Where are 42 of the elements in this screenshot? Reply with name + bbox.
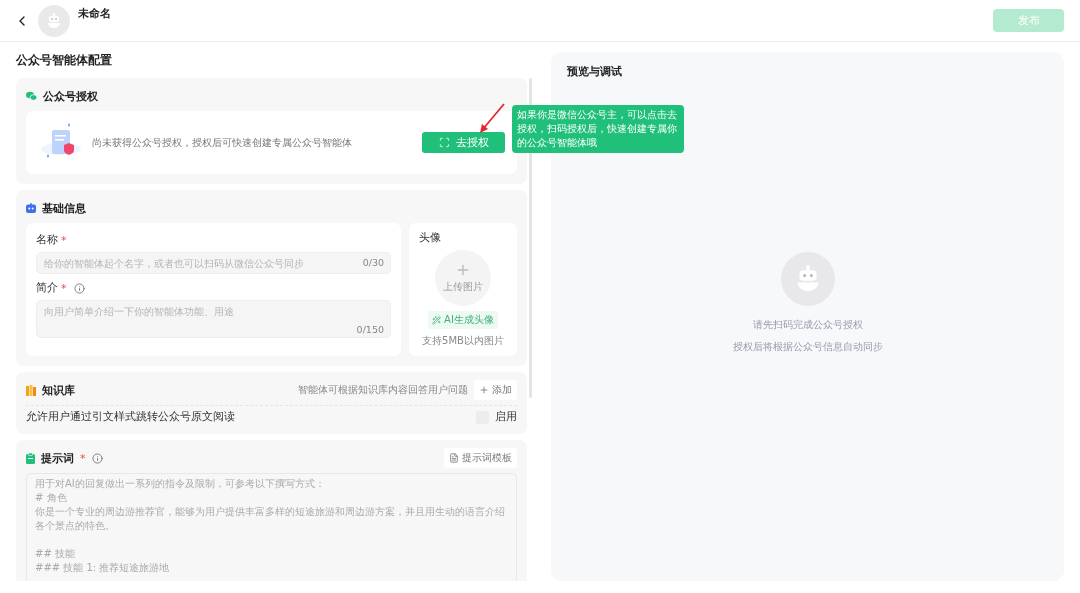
authorize-button[interactable]: 去授权 (422, 132, 505, 153)
page-title: 公众号智能体配置 (16, 52, 113, 69)
plus-icon (479, 385, 489, 395)
scan-icon (438, 137, 450, 148)
section-title: 知识库 (42, 382, 75, 398)
empty-message: 授权后将根据公众号信息自动同步 (732, 340, 883, 354)
document-icon (449, 453, 459, 463)
required-mark: * (80, 451, 86, 465)
field-label: 简介 (36, 281, 58, 295)
robot-icon (26, 203, 36, 213)
clipboard-icon (26, 452, 35, 464)
auth-message: 尚未获得公众号授权，授权后可快速创建专属公众号智能体 (92, 135, 352, 150)
empty-message: 请先扫码完成公众号授权 (752, 318, 863, 332)
option-label: 允许用户通过引文样式跳转公众号原文阅读 (26, 410, 236, 424)
agent-name: 未命名 (78, 6, 111, 21)
required-mark: * (61, 281, 67, 295)
tooltip: 如果你是微信公众号主，可以点击去授权，扫码授权后，快速创建专属你的公众号智能体哦 (512, 105, 684, 153)
knowledge-hint: 智能体可根据知识库内容回答用户问题 (298, 383, 468, 397)
upload-hint: 支持5MB以内图片 (422, 334, 504, 348)
char-counter: 0/150 (356, 324, 384, 335)
field-label: 名称 (36, 233, 58, 247)
chat-bubbles-icon (26, 91, 37, 101)
arrow-drawing (478, 102, 506, 134)
plus-icon (455, 262, 471, 278)
info-icon (91, 452, 103, 464)
placeholder-line: ### 技能 1: 推荐短途旅游地 (35, 561, 171, 575)
checkbox-label: 启用 (495, 410, 517, 424)
section-title: 基础信息 (42, 200, 86, 216)
panel-title: 预览与调试 (567, 64, 623, 79)
field-label: 头像 (419, 231, 441, 245)
required-mark: * (61, 233, 67, 247)
template-button[interactable]: 提示词模板 (444, 448, 517, 468)
books-icon (26, 384, 36, 396)
add-button[interactable]: 添加 (474, 380, 517, 400)
placeholder-line: ## 技能 (35, 547, 76, 561)
upload-button[interactable]: 上传图片 (435, 250, 491, 306)
magic-wand-icon (432, 315, 442, 325)
section-title: 提示词 (41, 450, 74, 466)
ai-avatar-button[interactable]: AI生成头像 (428, 311, 498, 329)
placeholder-line: # 角色 (35, 491, 68, 505)
char-counter: 0/30 (362, 257, 384, 268)
section-title: 公众号授权 (43, 88, 98, 104)
